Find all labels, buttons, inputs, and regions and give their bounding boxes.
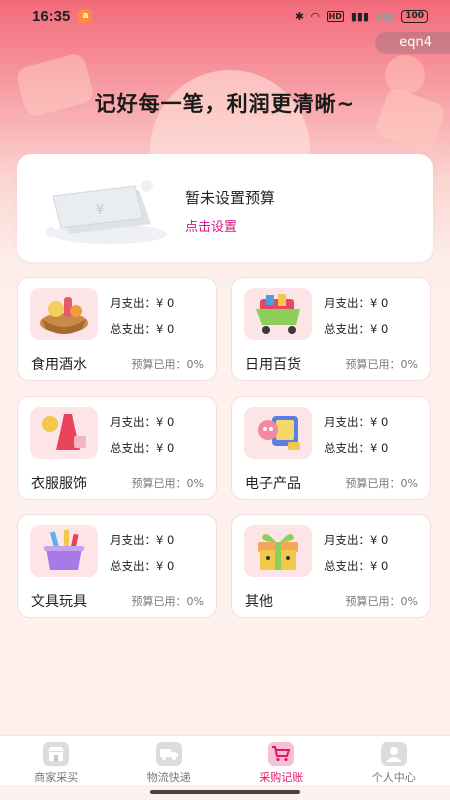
tab-merchant-purchase[interactable]: 商家采买 bbox=[0, 736, 113, 785]
monthly-label: 月支出： bbox=[324, 415, 370, 429]
budget-used-label: 预算已用： bbox=[345, 595, 401, 608]
monthly-value: ¥ 0 bbox=[156, 415, 175, 429]
category-name: 文具玩具 bbox=[31, 594, 87, 610]
shopping-cart-icon bbox=[244, 288, 312, 340]
total-value: ¥ 0 bbox=[370, 559, 389, 573]
total-label: 总支出： bbox=[324, 441, 370, 455]
signal-icon: ▮▮▮ bbox=[350, 9, 370, 23]
category-name: 衣服服饰 bbox=[31, 476, 87, 492]
budget-card[interactable]: ¥ 暂未设置预算 点击设置 bbox=[17, 154, 433, 262]
battery-icon: 100 bbox=[401, 9, 428, 23]
budget-used-label: 预算已用： bbox=[131, 358, 187, 371]
user-tag[interactable]: eqn4 bbox=[375, 32, 450, 54]
total-value: ¥ 0 bbox=[156, 322, 175, 336]
budget-used-value: 0% bbox=[186, 477, 204, 490]
total-label: 总支出： bbox=[324, 322, 370, 336]
budget-used-value: 0% bbox=[400, 595, 418, 608]
monthly-value: ¥ 0 bbox=[156, 296, 175, 310]
wifi-icon: ◠ bbox=[311, 9, 320, 23]
category-name: 其他 bbox=[245, 594, 273, 610]
total-label: 总支出： bbox=[110, 441, 156, 455]
total-label: 总支出： bbox=[110, 559, 156, 573]
budget-used-value: 0% bbox=[186, 595, 204, 608]
category-card-stationery[interactable]: 月支出：¥ 0 总支出：¥ 0 文具玩具 预算已用：0% bbox=[17, 514, 217, 618]
total-value: ¥ 0 bbox=[370, 322, 389, 336]
tab-label: 物流快递 bbox=[146, 771, 191, 784]
category-card-daily[interactable]: 月支出：¥ 0 总支出：¥ 0 日用百货 预算已用：0% bbox=[231, 277, 431, 381]
category-card-food[interactable]: 月支出：¥ 0 总支出：¥ 0 食用酒水 预算已用：0% bbox=[17, 277, 217, 381]
budget-used-value: 0% bbox=[400, 358, 418, 371]
category-name: 电子产品 bbox=[245, 476, 301, 492]
category-card-other[interactable]: 月支出：¥ 0 总支出：¥ 0 其他 预算已用：0% bbox=[231, 514, 431, 618]
category-name: 日用百货 bbox=[245, 357, 301, 373]
total-value: ¥ 0 bbox=[156, 559, 175, 573]
monthly-value: ¥ 0 bbox=[370, 533, 389, 547]
cart-icon bbox=[268, 742, 295, 766]
total-value: ¥ 0 bbox=[370, 441, 389, 455]
total-value: ¥ 0 bbox=[156, 441, 175, 455]
page-headline: 记好每一笔，利润更清晰~ bbox=[94, 92, 356, 116]
tab-profile[interactable]: 个人中心 bbox=[338, 736, 450, 785]
person-icon bbox=[380, 742, 407, 766]
monthly-label: 月支出： bbox=[110, 415, 156, 429]
notification-icon: a bbox=[78, 9, 93, 23]
monthly-label: 月支出： bbox=[110, 533, 156, 547]
electronics-icon bbox=[244, 407, 312, 459]
budget-used-label: 预算已用： bbox=[131, 477, 187, 490]
monthly-value: ¥ 0 bbox=[156, 533, 175, 547]
home-indicator[interactable] bbox=[150, 790, 300, 794]
category-name: 食用酒水 bbox=[31, 357, 87, 373]
gift-box-icon bbox=[244, 525, 312, 577]
budget-used-label: 预算已用： bbox=[131, 595, 187, 608]
status-bar: 16:35 a ✱ ◠ HD ▮▮▮ ▮▮▮ 100 bbox=[0, 0, 450, 32]
store-icon bbox=[43, 742, 70, 766]
budget-status-text: 暂未设置预算 bbox=[185, 189, 276, 207]
set-budget-link[interactable]: 点击设置 bbox=[185, 216, 237, 235]
tab-label: 采购记账 bbox=[259, 771, 304, 784]
svg-text:¥: ¥ bbox=[96, 203, 104, 218]
bottom-tab-bar: 商家采买 物流快递 采购记账 个人中心 bbox=[0, 735, 450, 785]
monthly-label: 月支出： bbox=[324, 533, 370, 547]
budget-used-label: 预算已用： bbox=[345, 358, 401, 371]
tab-purchase-accounting[interactable]: 采购记账 bbox=[225, 736, 338, 785]
food-basket-icon bbox=[30, 288, 98, 340]
total-label: 总支出： bbox=[324, 559, 370, 573]
monthly-value: ¥ 0 bbox=[370, 415, 389, 429]
budget-used-label: 预算已用： bbox=[345, 477, 401, 490]
status-time: 16:35 bbox=[32, 7, 71, 25]
hd-icon: HD bbox=[326, 10, 344, 22]
category-card-electronics[interactable]: 月支出：¥ 0 总支出：¥ 0 电子产品 预算已用：0% bbox=[231, 396, 431, 500]
bluetooth-icon: ✱ bbox=[294, 9, 305, 23]
category-card-clothing[interactable]: 月支出：¥ 0 总支出：¥ 0 衣服服饰 预算已用：0% bbox=[17, 396, 217, 500]
budget-ticket-icon: ¥ bbox=[46, 180, 167, 244]
stationery-basket-icon bbox=[30, 525, 98, 577]
monthly-label: 月支出： bbox=[324, 296, 370, 310]
signal2-icon: ▮▮▮ bbox=[376, 9, 395, 23]
budget-used-value: 0% bbox=[400, 477, 418, 490]
budget-used-value: 0% bbox=[186, 358, 204, 371]
truck-icon bbox=[155, 742, 182, 766]
monthly-label: 月支出： bbox=[110, 296, 156, 310]
total-label: 总支出： bbox=[110, 322, 156, 336]
monthly-value: ¥ 0 bbox=[370, 296, 389, 310]
tab-logistics[interactable]: 物流快递 bbox=[113, 736, 226, 785]
tab-label: 个人中心 bbox=[371, 771, 416, 784]
dress-icon bbox=[30, 407, 98, 459]
tab-label: 商家采买 bbox=[34, 771, 79, 784]
